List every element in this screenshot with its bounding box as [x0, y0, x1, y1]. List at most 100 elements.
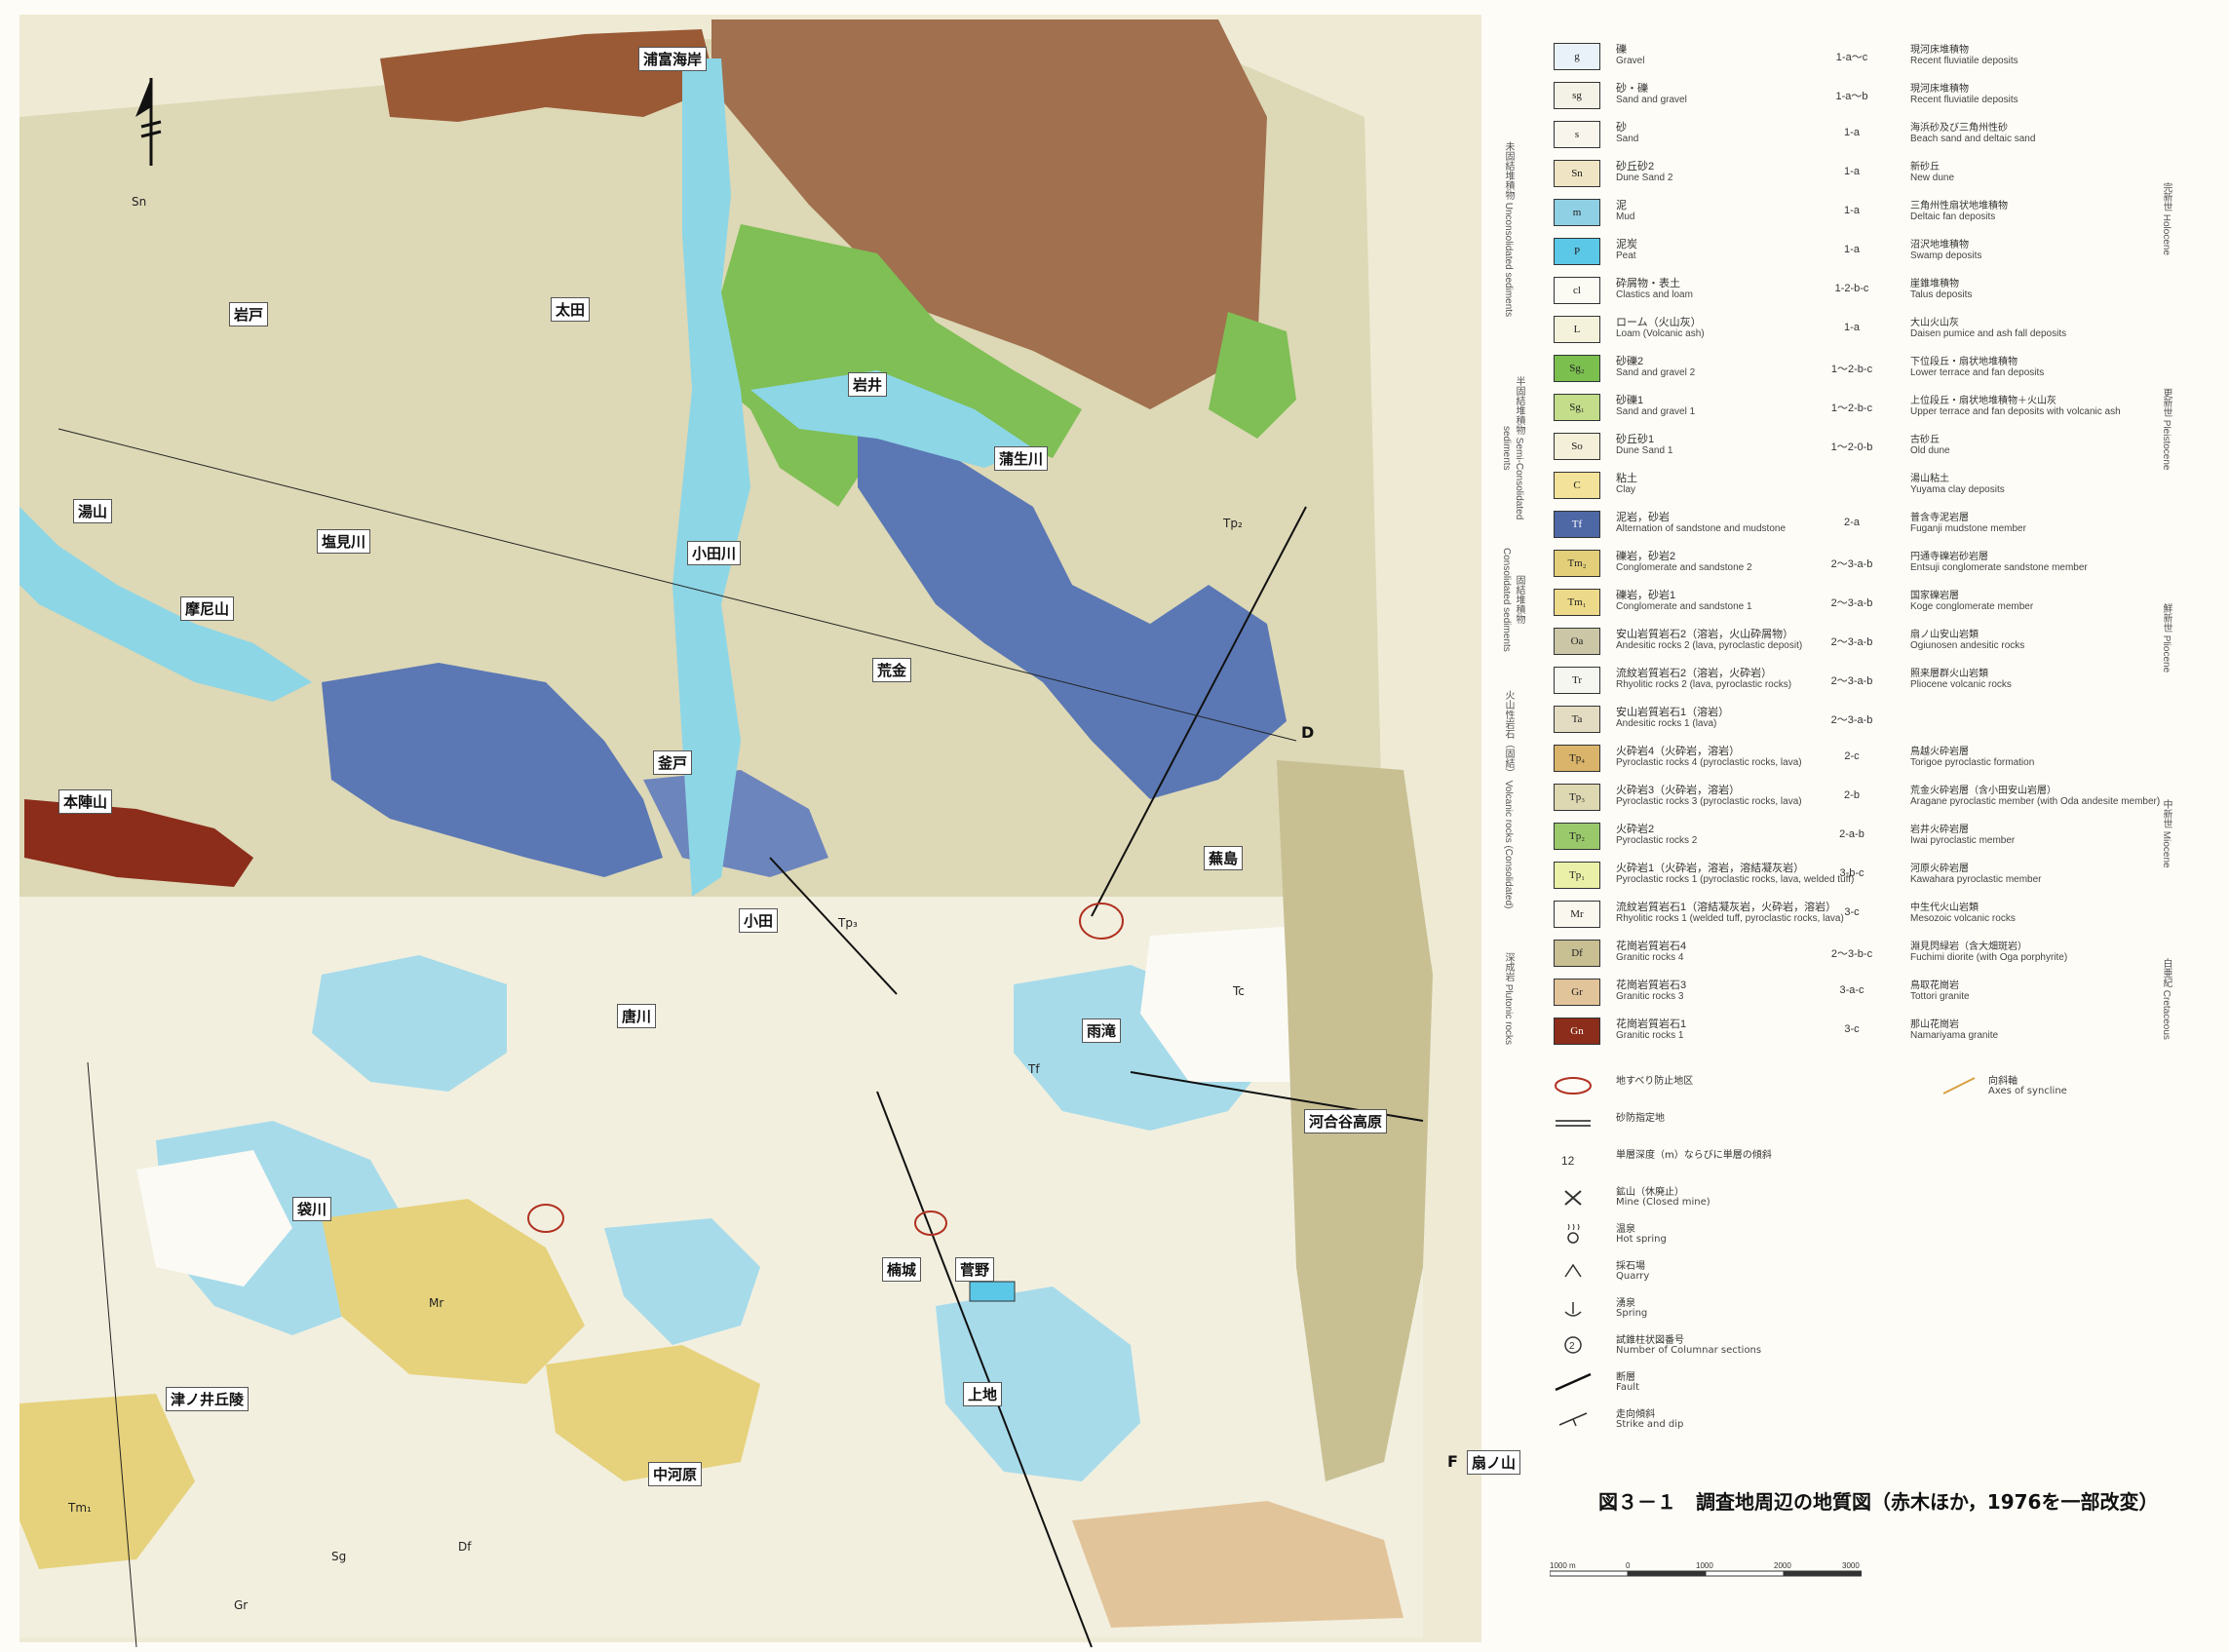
symbol-legend: 地すべり防止地区 向斜軸 Axes of syncline 砂防指定地 12 単…	[1501, 1062, 2203, 1472]
legend-formation-jp: 照来層群火山岩類	[1910, 669, 1988, 679]
legend-formation-en: Pliocene volcanic rocks	[1910, 679, 2012, 690]
legend-label-en: Granitic rocks 3	[1616, 991, 1684, 1002]
legend-row: Tp₃ 火砕岩3（火砕岩，溶岩） Pyroclastic rocks 3 (pyro…	[1540, 780, 2160, 813]
legend-formation-jp: 現河床堆積物	[1910, 45, 1969, 56]
legend-formation-jp: 円通寺礫岩砂岩層	[1910, 552, 1988, 562]
legend-label-en: Granitic rocks 1	[1616, 1030, 1684, 1041]
legend-formation-en: Talus deposits	[1910, 289, 1973, 300]
map-code: Tp₂	[1223, 517, 1243, 530]
legend-formation-jp: 荒金火砕岩層（含小田安山岩層）	[1910, 786, 2056, 796]
legend-label-en: Pyroclastic rocks 4 (pyroclastic rocks, …	[1616, 757, 1802, 768]
place-label-karakawa: 唐川	[617, 1004, 657, 1028]
legend-formation-en: Lower terrace and fan deposits	[1910, 367, 2045, 378]
legend-age-holocene: 完新世 Holocene	[2161, 182, 2171, 256]
legend-formation-en: Recent fluviatile deposits	[1910, 95, 2018, 105]
legend-swatch: Sn	[1554, 160, 1600, 187]
legend-formation-en: Entsuji conglomerate sandstone member	[1910, 562, 2088, 573]
legend-label-en: Clastics and loam	[1616, 289, 1693, 300]
legend-formation-en: Aragane pyroclastic member (with Oda and…	[1910, 796, 2161, 807]
legend-row: So 砂丘砂1 Dune Sand 1 1～2-0-b 古砂丘 Old dune	[1540, 429, 2144, 462]
legend-row: Ta 安山岩質岩石1（溶岩） Andesitic rocks 1 (lava) 2～3…	[1540, 702, 2144, 735]
legend-label-jp: 花崗岩質岩石1	[1616, 1018, 1687, 1030]
legend-formation-jp: 現河床堆積物	[1910, 84, 1969, 95]
legend-row: Tp₁ 火砕岩1（火砕岩，溶岩，溶結凝灰岩） Pyroclastic rocks 1…	[1540, 858, 2144, 891]
symbol-label: 試錐柱状図番号	[1616, 1335, 1684, 1346]
legend-label-jp: 泥岩，砂岩	[1616, 512, 1670, 523]
legend-row: m 泥 Mud 1-a 三角州性扇状地堆積物 Deltaic fan deposits	[1540, 195, 2144, 228]
legend-formation-jp: 岩井火砕岩層	[1910, 825, 1969, 835]
legend-code: 2-a-b	[1839, 828, 1864, 840]
legend-formation-en: Fuganji mudstone member	[1910, 523, 2026, 534]
legend-row: C 粘土 Clay 湯山粘土 Yuyama clay deposits	[1540, 468, 2144, 501]
scale-label: 2000	[1774, 1561, 1791, 1570]
legend-group-plutonic: 深成岩 Plutonic rocks	[1503, 952, 1514, 1046]
legend-code: 1～2-b-c	[1830, 403, 1873, 414]
legend-swatch: cl	[1554, 277, 1600, 304]
legend-label-jp: 礫岩，砂岩1	[1616, 590, 1676, 601]
place-label-maniyama: 摩尼山	[180, 596, 235, 621]
legend-label-jp: 火砕岩2	[1616, 824, 1655, 835]
legend-code: 1-a	[1844, 205, 1860, 216]
place-label-nakagawara: 中河原	[648, 1462, 703, 1486]
place-label-oda: 小田	[739, 908, 779, 933]
place-label-honjinyama: 本陣山	[58, 789, 113, 814]
legend-label-en: Mud	[1616, 211, 1635, 222]
columnar-section-icon: 2	[1564, 1336, 1582, 1354]
symbol-label: 採石場	[1616, 1261, 1645, 1272]
symbol-label-en: Quarry	[1616, 1271, 1650, 1282]
symbol-strike-dip: 走向傾斜 Strike and dip	[1540, 1405, 2125, 1435]
legend-row: P 泥炭 Peat 1-a 沼沢地堆積物 Swamp deposits	[1540, 234, 2144, 267]
symbol-label: 温泉	[1616, 1224, 1635, 1235]
legend-formation-en: Recent fluviatile deposits	[1910, 56, 2018, 66]
legend-label-en: Dune Sand 1	[1616, 445, 1673, 456]
symbol-columnar-section: 2 試錐柱状図番号 Number of Columnar sections	[1540, 1331, 2125, 1361]
legend-label-en: Loam (Volcanic ash)	[1616, 328, 1705, 339]
spring-icon	[1564, 1302, 1582, 1317]
legend-swatch: P	[1554, 238, 1600, 265]
map-code: Gr	[234, 1598, 249, 1612]
legend-formation-en: Fuchimi diorite (with Oga porphyrite)	[1910, 952, 2068, 963]
symbol-hot-spring: 温泉 Hot spring	[1540, 1220, 2125, 1249]
symbol-depth: 12 単層深度（m）ならびに単層の傾斜	[1540, 1146, 2125, 1175]
section-marker-d: D	[1301, 723, 1315, 742]
legend-code: 1-a～c	[1835, 52, 1868, 63]
erosion-control-icon	[1556, 1120, 1591, 1127]
legend-code: 2～3-a-b	[1830, 636, 1873, 648]
map-code: Tf	[1028, 1062, 1040, 1076]
legend-row: Oa 安山岩質岩石2（溶岩，火山砕屑物） Andesitic rocks 2 (la…	[1540, 624, 2144, 657]
legend-swatch: Ta	[1554, 706, 1600, 733]
legend-formation-en: Beach sand and deltaic sand	[1910, 134, 2036, 144]
legend-formation-jp: 崖錐堆積物	[1910, 279, 1959, 289]
legend-formation-en: Daisen pumice and ash fall deposits	[1910, 328, 2067, 339]
legend-formation-jp: 古砂丘	[1910, 435, 1940, 445]
map-code: Mr	[429, 1296, 444, 1310]
legend-row: Gn 花崗岩質岩石1 Granitic rocks 1 3-c 那山花崗岩 Namariy…	[1540, 1014, 2144, 1047]
symbol-erosion-control: 砂防指定地	[1540, 1109, 2125, 1138]
symbol-syncline: 向斜軸 Axes of syncline	[1940, 1072, 2193, 1101]
legend-row: Tm₁ 礫岩，砂岩1 Conglomerate and sandstone 1 2～3…	[1540, 585, 2144, 618]
legend-swatch: L	[1554, 316, 1600, 343]
scale-bar: 1000 m 0 1000 2000 3000	[1550, 1561, 1862, 1577]
legend-formation-en: Torigoe pyroclastic formation	[1910, 757, 2035, 768]
legend-label-jp: 砂丘砂2	[1616, 161, 1655, 173]
symbol-mine: 鉱山（休廃止） Mine (Closed mine)	[1540, 1183, 2125, 1212]
symbol-label: 単層深度（m）ならびに単層の傾斜	[1616, 1150, 1772, 1161]
place-label-uwaji: 上地	[963, 1382, 1003, 1406]
legend-label-en: Conglomerate and sandstone 2	[1616, 562, 1752, 573]
symbol-label: 走向傾斜	[1616, 1409, 1655, 1420]
legend-row: Tm₂ 礫岩，砂岩2 Conglomerate and sandstone 2 2～3…	[1540, 546, 2144, 579]
legend-swatch: Oa	[1554, 628, 1600, 655]
scale-label: 0	[1626, 1561, 1631, 1570]
legend-formation-jp: 鳥越火砕岩層	[1910, 747, 1969, 757]
legend-label-en: Clay	[1616, 484, 1636, 495]
legend-label-en: Pyroclastic rocks 2	[1616, 835, 1698, 846]
legend-label-en: Gravel	[1616, 56, 1645, 66]
fault-icon	[1555, 1372, 1592, 1392]
place-label-iwado: 岩戸	[229, 302, 269, 327]
legend-row: Tp₂ 火砕岩2 Pyroclastic rocks 2 2-a-b 岩井火砕岩層 Iwa…	[1540, 819, 2144, 852]
symbol-label-en: Axes of syncline	[1988, 1086, 2067, 1096]
legend-swatch: Mr	[1554, 901, 1600, 928]
map-code: Df	[458, 1540, 472, 1554]
legend-row: L ローム（火山灰） Loam (Volcanic ash) 1-a 大山火山灰 Dais…	[1540, 312, 2144, 345]
legend-formation-en: Namariyama granite	[1910, 1030, 1999, 1041]
